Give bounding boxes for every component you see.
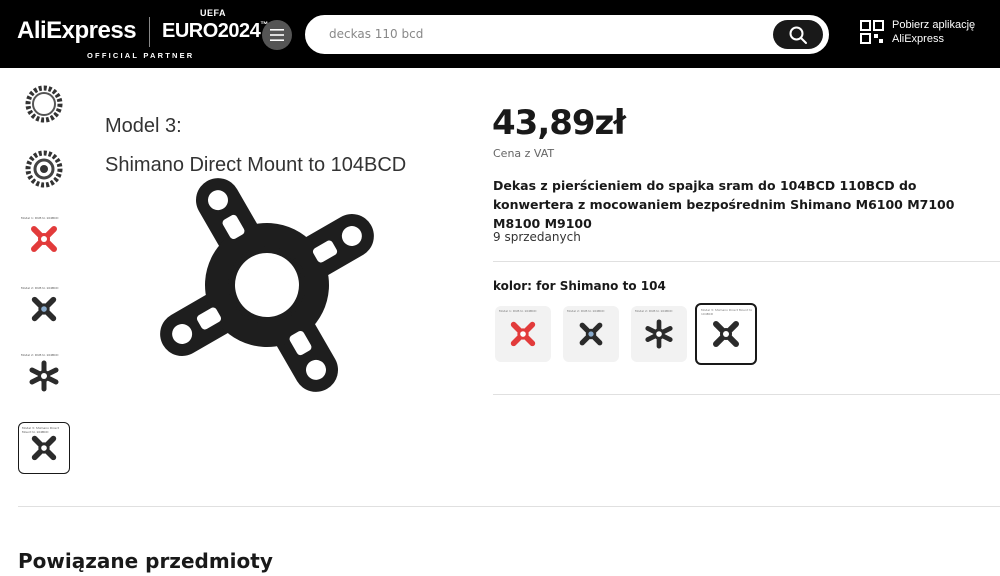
spider-black-icon (645, 319, 673, 349)
official-partner-label: OFFICIAL PARTNER (87, 51, 195, 60)
color-swatch-2[interactable]: Model 2: DUB to 104BCD (563, 306, 619, 362)
app-download-line2: AliExpress (892, 33, 944, 45)
app-download-link[interactable]: Pobierz aplikację AliExpress (860, 18, 975, 46)
color-selection-label: kolor: for Shimano to 104 (493, 279, 666, 293)
app-download-line1: Pobierz aplikację (892, 19, 976, 31)
thumbnail-caption: Model 3: Shimano Direct Mount to 104BCD (22, 426, 59, 434)
chainring-icon (25, 85, 63, 123)
search-input[interactable]: deckas 110 bcd (329, 27, 423, 41)
search-icon (789, 26, 807, 44)
divider (493, 261, 1000, 262)
logo-divider (149, 17, 150, 47)
search-button[interactable] (773, 20, 823, 49)
spider-black-icon (29, 360, 59, 392)
thumbnail-5[interactable]: Model 2: DUB to 104BCD (18, 350, 70, 402)
chainring-icon (25, 150, 63, 188)
euro2024-logo: EURO2024™ (162, 20, 268, 42)
menu-button[interactable] (262, 20, 292, 50)
aliexpress-logo[interactable]: AliExpress (17, 17, 137, 45)
vat-note: Cena z VAT (493, 147, 555, 160)
main-product-image[interactable] (95, 95, 465, 405)
thumbnail-4[interactable]: Model 2: DUB to 104BCD (18, 283, 70, 335)
uefa-mark: UEFA (200, 8, 227, 18)
spider-red-icon (31, 226, 57, 252)
swatch-caption: Model 2: DUB to 104BCD (635, 309, 673, 313)
search-bar[interactable]: deckas 110 bcd (305, 15, 829, 54)
color-swatch-4[interactable]: Model 3: Shimano Direct Mount to 104BCD (695, 303, 757, 365)
thumbnail-caption: Model 2: DUB to 104BCD (21, 286, 59, 290)
qr-code-icon (860, 20, 884, 44)
product-price: 43,89zł (492, 103, 626, 143)
thumbnail-2[interactable] (18, 143, 70, 195)
spider-black-icon (31, 296, 57, 322)
swatch-caption: Model 1: DUB to 104BCD (499, 309, 537, 313)
thumbnail-6[interactable]: Model 3: Shimano Direct Mount to 104BCD (18, 422, 70, 474)
thumbnail-caption: Model 2: DUB to 104BCD (21, 353, 59, 357)
swatch-caption: Model 2: DUB to 104BCD (567, 309, 605, 313)
thumbnail-3[interactable]: Model 1: DUB to 104BCD (18, 213, 70, 265)
spider-black-icon (713, 321, 739, 347)
related-items-heading: Powiązane przedmioty (18, 549, 273, 573)
thumbnail-caption: Model 1: DUB to 104BCD (21, 216, 59, 220)
hamburger-icon (270, 29, 284, 41)
spider-black-icon (579, 322, 603, 346)
color-swatch-3[interactable]: Model 2: DUB to 104BCD (631, 306, 687, 362)
top-header: AliExpress UEFA EURO2024™ OFFICIAL PARTN… (0, 0, 1000, 68)
divider (18, 506, 1000, 507)
thumbnail-1[interactable] (18, 78, 70, 130)
product-title: Dekas z pierścieniem do spajka sram do 1… (493, 178, 955, 231)
divider (493, 394, 1000, 395)
euro2024-text: EURO2024 (162, 20, 261, 42)
spider-red-icon (510, 321, 536, 347)
swatch-caption: Model 3: Shimano Direct Mount to 104BCD (701, 308, 753, 316)
sold-count: 9 sprzedanych (493, 230, 581, 244)
spider-black-icon (31, 435, 57, 461)
color-swatch-1[interactable]: Model 1: DUB to 104BCD (495, 306, 551, 362)
